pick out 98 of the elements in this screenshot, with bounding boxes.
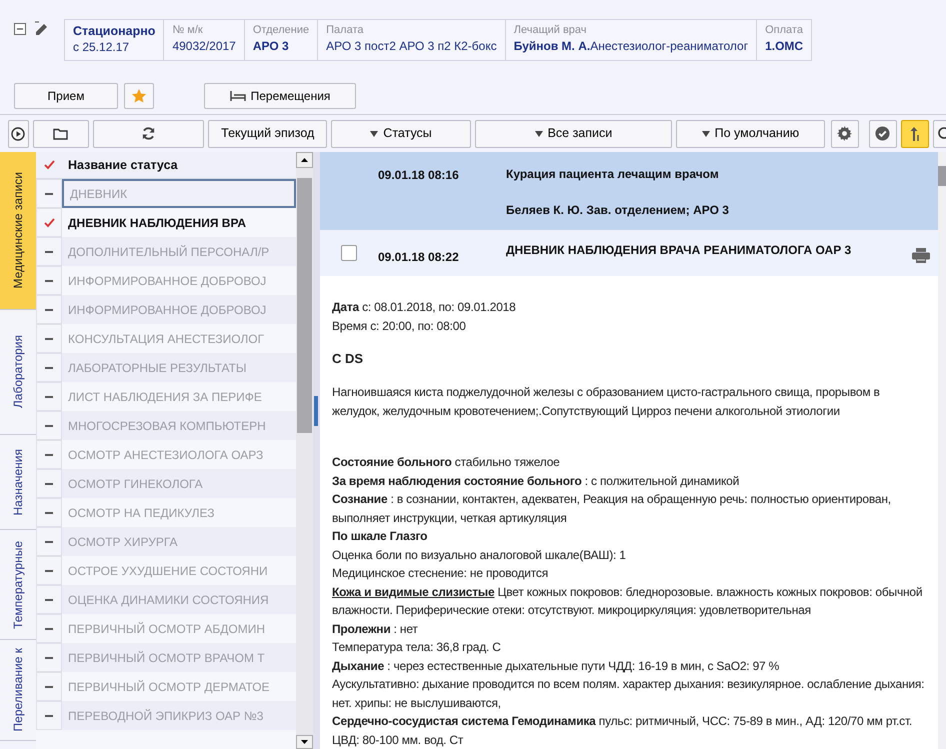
status-item[interactable]: ПЕРВИЧНЫЙ ОСМОТР ДЕРМАТОЕ bbox=[62, 672, 296, 701]
sort-icon bbox=[908, 126, 921, 140]
dash-icon[interactable] bbox=[45, 454, 53, 456]
transfer-button[interactable]: Перемещения bbox=[204, 83, 356, 109]
folder-button[interactable] bbox=[32, 120, 88, 148]
caret-icon bbox=[702, 130, 710, 136]
document-text: Сердечно-сосудистая система Гемодинамика пульс: ритмичный, ЧСС: 75-89 в мин., АД: 120/70 мм рт.ст. ЦВД: 80-100 мм. вод. Ст bbox=[332, 713, 914, 748]
dash-icon[interactable] bbox=[45, 366, 53, 368]
search-icon bbox=[936, 126, 946, 140]
record-entry[interactable]: 09.01.18 08:16 Курация пациента лечащим врачом Беляев К. Ю. Зав. отделением; АРО 3 bbox=[320, 152, 938, 230]
status-item[interactable]: ДНЕВНИК bbox=[62, 179, 296, 208]
document-text: Нагноившаяся киста поджелудочной железы с образованием цисто-гастрального свища, прорывом в желудок, желудочным кровотечением;.Сопутствующий Цирроз печени алкогольной этиологии bbox=[332, 384, 881, 420]
dash-icon[interactable] bbox=[45, 396, 53, 398]
scrollbar[interactable] bbox=[938, 152, 946, 749]
play-icon bbox=[11, 126, 26, 140]
document-text: За время наблюдения состояние больного : с полжительной динамикой bbox=[332, 472, 740, 490]
document-text: Температура тела: 36,8 град. С bbox=[332, 639, 502, 656]
caret-icon bbox=[534, 130, 543, 136]
dash-icon[interactable] bbox=[45, 280, 53, 282]
document-text: Дыхание : через естественные дыхательные пути ЧДД: 16-19 в мин, с SaO2: 97 % bbox=[332, 658, 780, 674]
document-text: Сознание : в сознании, контактен, адекватен, Реакция на обращенную речь: полностью ориентирован, выполняет инструкции, четкая артикуляция bbox=[332, 491, 892, 526]
dash-icon[interactable] bbox=[45, 714, 53, 716]
reception-button[interactable]: Прием bbox=[14, 83, 118, 109]
status-item[interactable]: ИНФОРМИРОВАННОЕ ДОБРОВОЈ bbox=[62, 266, 296, 295]
bed-icon bbox=[230, 91, 246, 101]
field-label: № м/к bbox=[172, 23, 204, 38]
check-icon[interactable] bbox=[44, 218, 54, 228]
dash-icon[interactable] bbox=[45, 192, 53, 194]
status-item[interactable]: ПЕРВИЧНЫЙ ОСМОТР АБДОМИН bbox=[62, 614, 296, 643]
dash-icon[interactable] bbox=[45, 686, 53, 688]
status-item[interactable]: ДНЕВНИК НАБЛЮДЕНИЯ ВРА bbox=[62, 208, 296, 237]
dash-icon[interactable] bbox=[45, 570, 53, 572]
status-item[interactable]: ОСТРОЕ УХУДШЕНИЕ СОСТОЯНИ bbox=[62, 556, 296, 585]
document-text: Время с: 20:00, по: 08:00 bbox=[332, 318, 467, 334]
field-label: Оплата bbox=[765, 23, 804, 38]
status-item[interactable]: ОСМОТР АНЕСТЕЗИОЛОГА ОАРЗ bbox=[62, 440, 296, 469]
down-arrow-icon[interactable] bbox=[301, 740, 308, 744]
side-tab[interactable]: Медицинские записи bbox=[0, 152, 36, 310]
sort-button[interactable] bbox=[900, 120, 929, 148]
dash-icon[interactable] bbox=[45, 512, 53, 514]
search-button[interactable] bbox=[932, 120, 946, 148]
pencil-icon[interactable] bbox=[34, 21, 50, 35]
collapse-icon[interactable] bbox=[14, 23, 26, 35]
field-value: с 25.12.17 bbox=[73, 39, 130, 56]
section-heading: По шкале Глазго bbox=[332, 528, 428, 545]
episode-button[interactable]: Текущий эпизод bbox=[208, 120, 328, 148]
dropdown-button[interactable]: Все записи bbox=[474, 120, 672, 148]
checkbox[interactable] bbox=[341, 245, 357, 261]
status-item[interactable]: КОНСУЛЬТАЦИЯ АНЕСТЕЗИОЛОГ bbox=[62, 324, 296, 353]
field-value: 49032/2017 bbox=[172, 38, 236, 55]
star-icon bbox=[131, 88, 147, 104]
dash-icon[interactable] bbox=[45, 628, 53, 630]
refresh-icon bbox=[140, 126, 156, 141]
settings-button[interactable] bbox=[830, 120, 859, 148]
field-value: 1.ОМС bbox=[765, 38, 804, 55]
printer-icon[interactable] bbox=[912, 248, 930, 263]
play-button[interactable] bbox=[8, 120, 29, 148]
check-icon bbox=[44, 160, 54, 170]
settings-icon bbox=[837, 126, 852, 141]
up-arrow-icon[interactable] bbox=[301, 158, 308, 162]
dash-icon[interactable] bbox=[45, 656, 53, 658]
document-text: Медицинское стеснение: не проводится bbox=[332, 565, 550, 582]
field-label: Лечащий врач bbox=[514, 23, 588, 38]
field-label: Отделение bbox=[252, 23, 310, 38]
record-entry[interactable]: 09.01.18 08:22 ДНЕВНИК НАБЛЮДЕНИЯ ВРАЧА РЕАНИМАТОЛОГА ОАР 3 bbox=[320, 230, 938, 276]
document-text: Состояние больного стабильно тяжелое bbox=[332, 454, 561, 471]
dropdown-button[interactable]: По умолчанию bbox=[676, 120, 825, 148]
record-title[interactable]: Курация пациента лечащим врачом bbox=[506, 166, 876, 182]
status-item[interactable]: ОСМОТР НА ПЕДИКУЛЕЗ bbox=[62, 498, 296, 527]
dash-icon[interactable] bbox=[45, 598, 53, 600]
splitter[interactable] bbox=[313, 152, 320, 749]
dash-icon[interactable] bbox=[45, 308, 53, 310]
caret-icon bbox=[370, 130, 378, 136]
field-label: Палата bbox=[326, 23, 364, 38]
dash-icon[interactable] bbox=[45, 424, 53, 426]
record-title[interactable]: ДНЕВНИК НАБЛЮДЕНИЯ ВРАЧА РЕАНИМАТОЛОГА ОАР 3 bbox=[506, 242, 876, 258]
document-text: Дата с: 08.01.2018, по: 09.01.2018 bbox=[332, 299, 517, 316]
dropdown-button[interactable]: Статусы bbox=[331, 120, 471, 148]
scrollbar[interactable] bbox=[296, 152, 313, 749]
field-value: АРО 3 bbox=[252, 38, 290, 55]
status-item[interactable]: ЛИСТ НАБЛЮДЕНИЯ ЗА ПЕРИФЕ bbox=[62, 382, 296, 411]
field-value: Буйнов М. А.Анестезиолог-реаниматолог bbox=[514, 38, 748, 55]
department-title: Стационарно bbox=[73, 23, 156, 39]
record-author: Беляев К. Ю. Зав. отделением; АРО 3 bbox=[506, 202, 730, 219]
dash-icon[interactable] bbox=[45, 482, 53, 484]
record-date: 09.01.18 08:22 bbox=[378, 249, 460, 266]
approve-button[interactable] bbox=[868, 120, 897, 148]
dash-icon[interactable] bbox=[45, 338, 53, 340]
folder-icon bbox=[53, 128, 68, 140]
document-text: Пролежни : нет bbox=[332, 620, 419, 638]
document-text: Кожа и видимые слизистые Цвет кожных покровов: бледнорозовые. влажность кожных покровов: обычной влажности. Периферические отеки: отсутствуют. микроциркуляция: удовлетворительная bbox=[332, 584, 924, 619]
section-heading: С DS bbox=[332, 350, 364, 368]
dash-icon[interactable] bbox=[45, 540, 53, 542]
field-value: АРО 3 пост2 АРО 3 п2 К2-бокс bbox=[326, 38, 497, 55]
record-date: 09.01.18 08:16 bbox=[378, 167, 460, 184]
check-circle-icon bbox=[875, 126, 890, 141]
dash-icon[interactable] bbox=[45, 250, 53, 252]
document-text: Оценка боли по визуально аналоговой шкале(ВАШ): 1 bbox=[332, 546, 627, 564]
